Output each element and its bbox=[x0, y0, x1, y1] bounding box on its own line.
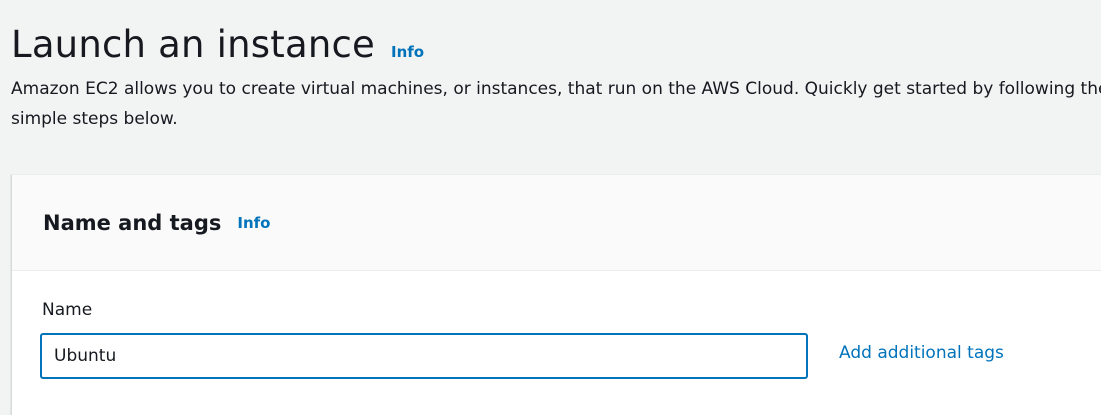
page-header: Launch an instance Info Amazon EC2 allow… bbox=[11, 22, 1101, 134]
name-input[interactable] bbox=[40, 333, 808, 379]
add-additional-tags-link[interactable]: Add additional tags bbox=[839, 343, 1004, 363]
name-field-label: Name bbox=[42, 300, 93, 320]
panel-title: Name and tags bbox=[43, 210, 222, 235]
page-title-row: Launch an instance Info bbox=[11, 22, 1101, 68]
page-info-link[interactable]: Info bbox=[391, 43, 424, 61]
page-title: Launch an instance bbox=[11, 23, 375, 66]
page-description: Amazon EC2 allows you to create virtual … bbox=[11, 79, 1101, 129]
panel-header: Name and tags Info bbox=[12, 175, 1101, 271]
panel-info-link[interactable]: Info bbox=[237, 214, 270, 232]
